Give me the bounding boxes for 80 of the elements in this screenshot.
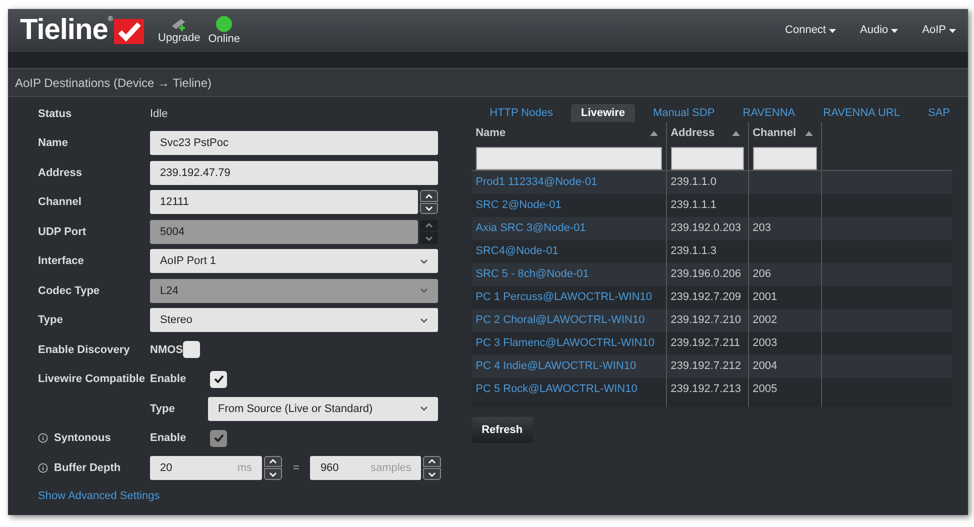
increment-button[interactable]	[423, 456, 442, 468]
increment-button[interactable]	[420, 190, 438, 202]
nav-menu[interactable]: Connect	[785, 22, 836, 39]
field-label: Type	[38, 313, 63, 328]
equals-sign: =	[293, 460, 300, 476]
upgrade-button[interactable]: Upgrade	[158, 16, 200, 45]
column-header[interactable]: Address	[666, 122, 749, 170]
increment-button[interactable]	[264, 456, 282, 468]
number-field[interactable]: 960 samples	[310, 456, 422, 480]
number-field[interactable]: 12111	[150, 190, 418, 214]
decrement-button[interactable]	[264, 468, 282, 480]
chevron-down-icon	[420, 288, 428, 294]
tab[interactable]: HTTP Nodes	[480, 104, 563, 122]
decrement-button[interactable]	[420, 202, 438, 214]
logo-text: Tieline	[20, 16, 108, 45]
text-field[interactable]: Svc23 PstPoc	[150, 131, 438, 156]
checkmark-icon	[214, 375, 224, 384]
caret-icon	[949, 28, 956, 32]
sort-icon	[732, 130, 740, 136]
filter-field[interactable]	[670, 146, 744, 170]
table-cell: 2005	[748, 378, 822, 401]
tab[interactable]: Livewire	[570, 104, 636, 122]
table-cell: 239.192.7.213	[666, 378, 749, 401]
chevron-down-icon	[428, 472, 436, 476]
checkbox[interactable]	[210, 370, 227, 388]
chevron-down-icon	[425, 206, 433, 211]
caret-icon	[891, 28, 898, 32]
field-label: Livewire Compatible	[38, 372, 145, 387]
option-label: NMOS	[150, 342, 183, 358]
checkmark-icon	[214, 434, 224, 442]
filter-field[interactable]	[752, 146, 817, 170]
sort-icon	[650, 130, 658, 136]
text-field[interactable]: 239.192.47.79	[150, 160, 438, 185]
field-label: Syntonous	[54, 431, 111, 446]
tab[interactable]: Manual SDP	[643, 104, 725, 122]
chevron-up-icon	[425, 194, 433, 198]
number-field[interactable]: 20 ms	[150, 456, 262, 480]
option-label: Enable	[150, 431, 188, 446]
field-label: Channel	[38, 195, 82, 210]
chevron-up-icon	[425, 223, 433, 228]
field-label: UDP Port	[38, 224, 86, 240]
source-link[interactable]: PC 5 Rock@LAWOCTRL-WIN10	[472, 378, 667, 401]
chevron-down-icon	[420, 258, 428, 264]
advanced-settings-link[interactable]: Show Advanced Settings	[38, 488, 470, 504]
field-label: Interface	[38, 254, 84, 269]
status-value: Idle	[150, 106, 168, 122]
field-label: Name	[38, 136, 68, 151]
caret-icon	[829, 28, 836, 32]
nav-menu[interactable]: Audio	[860, 22, 898, 39]
dropdown[interactable]: From Source (Live or Standard)	[208, 396, 438, 421]
refresh-button[interactable]: Refresh	[472, 417, 533, 444]
status-light-icon	[215, 15, 234, 33]
field-label: Enable Discovery	[38, 342, 130, 358]
checkbox[interactable]	[183, 341, 200, 358]
column-header[interactable]: Name	[472, 122, 667, 170]
tab[interactable]: RAVENNA URL	[813, 104, 910, 122]
column-header[interactable]: Channel	[748, 122, 822, 170]
tab[interactable]: SAP	[918, 104, 960, 122]
chevron-down-icon	[420, 406, 428, 412]
chevron-down-icon	[420, 318, 428, 323]
field-label: Status	[38, 106, 72, 122]
chevron-up-icon	[269, 459, 277, 464]
field-label: Buffer Depth	[54, 460, 121, 476]
chevron-down-icon	[425, 236, 433, 240]
chevron-up-icon	[428, 459, 436, 464]
sort-icon	[804, 130, 813, 136]
panel-title: AoIP Destinations (Device → Tieline)	[15, 74, 212, 92]
chevron-down-icon	[269, 472, 277, 476]
filter-field[interactable]	[476, 146, 662, 170]
field-label: Codec Type	[38, 284, 100, 298]
option-label: Enable	[150, 372, 188, 387]
dropdown[interactable]: Stereo	[150, 308, 438, 332]
field-label: Address	[38, 166, 82, 180]
nav-menu[interactable]: AoIP	[922, 22, 956, 39]
tab[interactable]: RAVENNA	[732, 104, 806, 122]
dropdown[interactable]: AoIP Port 1	[150, 249, 438, 274]
field-label: Type	[150, 402, 176, 416]
online-status[interactable]: Online	[208, 15, 240, 46]
decrement-button[interactable]	[423, 468, 442, 480]
checkmark-logo-icon	[114, 19, 144, 44]
